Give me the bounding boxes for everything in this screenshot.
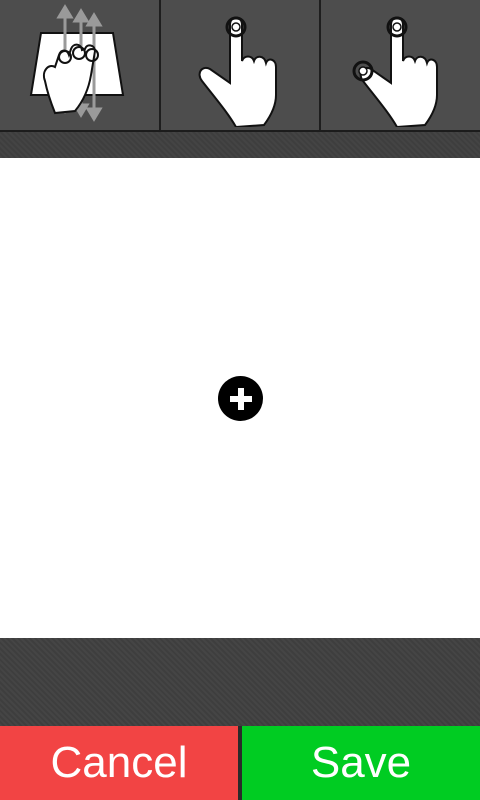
action-bar: Cancel Save: [0, 726, 480, 800]
cancel-button[interactable]: Cancel: [0, 726, 238, 800]
add-point-button[interactable]: [218, 376, 263, 421]
texture-strip-bottom: [0, 638, 480, 726]
tool-single-tap[interactable]: [161, 0, 322, 130]
gesture-toolbar: [0, 0, 480, 130]
tool-three-finger-swipe[interactable]: [0, 0, 161, 130]
three-finger-swipe-icon: [30, 4, 125, 122]
two-finger-tap-icon: [352, 16, 438, 127]
texture-strip-top: [0, 132, 480, 158]
plus-circle-icon: [229, 387, 252, 410]
drawing-canvas[interactable]: [0, 158, 480, 638]
tool-two-finger-tap[interactable]: [321, 0, 480, 130]
single-finger-tap-icon: [198, 16, 277, 127]
save-button[interactable]: Save: [242, 726, 480, 800]
